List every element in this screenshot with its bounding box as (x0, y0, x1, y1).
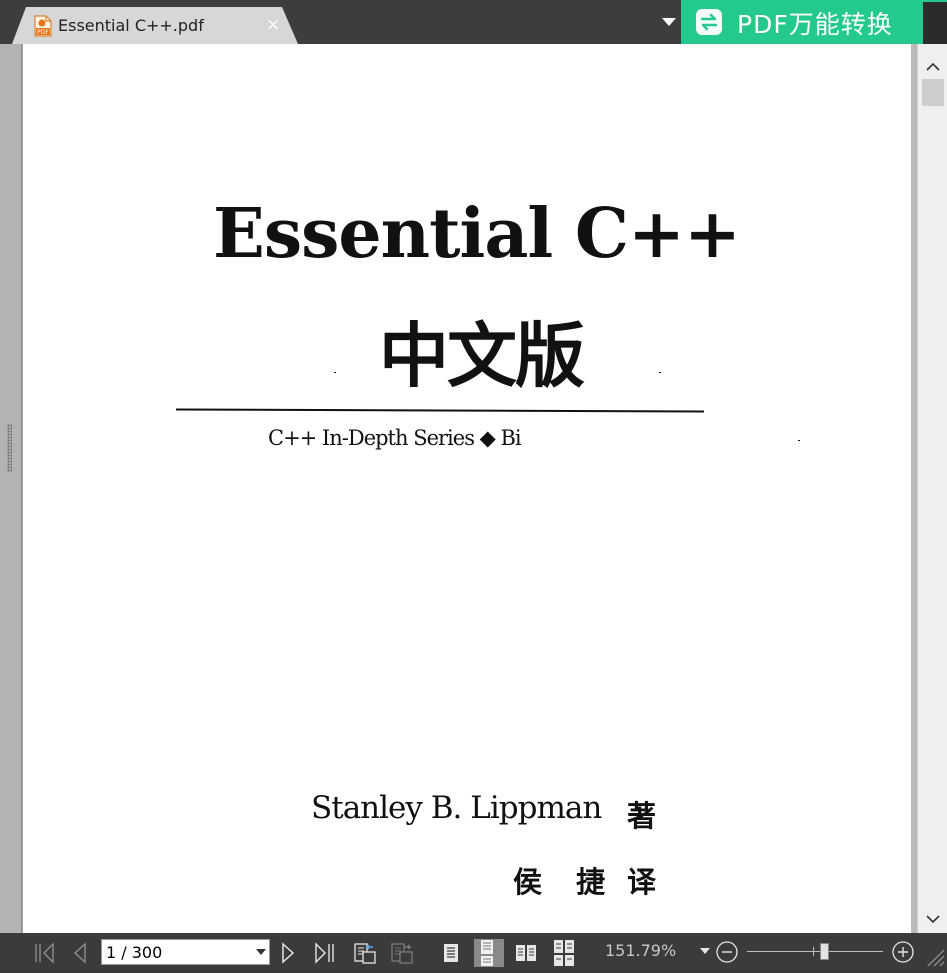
scroll-down-icon[interactable] (920, 908, 946, 930)
tab-bar: PDF Essential C++.pdf × PDF万能转换 (0, 0, 947, 44)
next-view-icon[interactable] (389, 939, 415, 967)
document-subtitle: 中文版 (379, 314, 585, 397)
vertical-scrollbar[interactable] (917, 44, 947, 933)
tab-list-dropdown-icon[interactable] (660, 16, 678, 28)
scan-speck (659, 372, 661, 373)
panel-resize-grip-icon[interactable] (7, 424, 12, 472)
first-page-icon[interactable] (31, 939, 57, 967)
continuous-facing-icon[interactable] (551, 939, 577, 967)
page-dropdown-icon[interactable] (256, 949, 266, 955)
page-number-input[interactable] (102, 940, 252, 964)
single-page-icon[interactable] (438, 939, 464, 967)
side-panel-collapsed[interactable] (0, 44, 22, 933)
zoom-slider-track[interactable] (747, 951, 883, 952)
title-rule (176, 408, 704, 413)
scan-speck (798, 440, 800, 441)
facing-pages-icon[interactable] (513, 939, 539, 967)
document-viewer: Essential C++ 中文版 C++ In-Depth Series ◆ … (0, 44, 947, 933)
scroll-thumb[interactable] (922, 79, 944, 106)
prev-page-icon[interactable] (66, 939, 92, 967)
tab-title: Essential C++.pdf (58, 16, 204, 35)
pdf-page: Essential C++ 中文版 C++ In-Depth Series ◆ … (23, 44, 911, 933)
convert-icon (696, 9, 722, 35)
pdf-convert-label: PDF万能转换 (737, 10, 893, 39)
close-tab-icon[interactable]: × (263, 15, 283, 35)
translator-role: 译 (627, 865, 657, 899)
page-number-field[interactable] (101, 939, 270, 965)
document-title: Essential C++ (213, 194, 741, 274)
scan-speck (334, 372, 336, 373)
zoom-slider-tick (813, 947, 814, 956)
scroll-up-icon[interactable] (920, 56, 946, 78)
author-role: 著 (627, 799, 657, 833)
next-page-icon[interactable] (275, 939, 301, 967)
zoom-out-icon[interactable] (715, 940, 739, 964)
zoom-slider-thumb[interactable] (820, 943, 829, 960)
last-page-icon[interactable] (312, 939, 338, 967)
translator-name: 侯 捷 (513, 865, 618, 899)
series-line: C++ In-Depth Series ◆ Bi (268, 426, 522, 450)
window-resize-grip-icon[interactable] (925, 947, 945, 967)
zoom-in-icon[interactable] (891, 940, 915, 964)
author-name: Stanley B. Lippman (311, 790, 602, 826)
pdf-file-icon: PDF (34, 15, 52, 37)
pdf-convert-button[interactable]: PDF万能转换 (681, 0, 923, 44)
svg-text:PDF: PDF (37, 29, 49, 36)
zoom-dropdown-icon[interactable] (700, 948, 710, 954)
navigation-toolbar: 151.79% (0, 933, 947, 973)
continuous-page-icon[interactable] (474, 939, 504, 967)
corner-accent (923, 0, 947, 44)
prev-view-icon[interactable] (352, 939, 378, 967)
document-tab[interactable]: PDF Essential C++.pdf × (12, 7, 298, 44)
zoom-level[interactable]: 151.79% (605, 941, 676, 960)
